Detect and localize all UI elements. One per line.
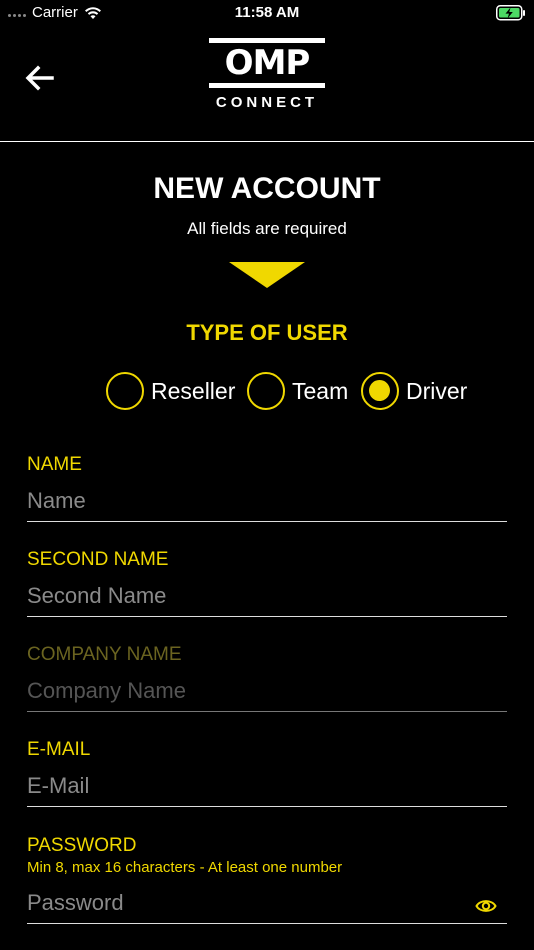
radio-circle-driver[interactable]: [361, 372, 399, 410]
password-field: PASSWORD Min 8, max 16 characters - At l…: [27, 835, 507, 924]
password-input[interactable]: [27, 882, 507, 924]
radio-circle-team[interactable]: [247, 372, 285, 410]
user-type-radio-group: Reseller Team Driver: [0, 371, 534, 411]
name-input[interactable]: [27, 480, 507, 522]
email-input[interactable]: [27, 765, 507, 807]
email-field: E-MAIL: [27, 739, 507, 807]
radio-team[interactable]: Team: [247, 371, 348, 411]
radio-driver[interactable]: Driver: [361, 371, 467, 411]
back-button[interactable]: [22, 62, 58, 94]
app-header: OMP CONNECT: [0, 28, 534, 142]
eye-icon[interactable]: [475, 898, 497, 914]
status-right: [496, 5, 526, 26]
battery-charging-icon: [496, 5, 525, 21]
user-type-title: TYPE OF USER: [186, 320, 348, 345]
password-hint: Min 8, max 16 characters - At least one …: [27, 859, 343, 876]
page-subtitle: All fields are required: [187, 219, 347, 238]
second-name-label: SECOND NAME: [27, 549, 169, 570]
logo-text: OMP: [224, 43, 311, 83]
radio-reseller[interactable]: Reseller: [106, 371, 235, 411]
radio-label-reseller: Reseller: [151, 377, 236, 404]
radio-label-driver: Driver: [406, 377, 468, 404]
second-name-field: SECOND NAME: [27, 549, 507, 617]
page-title: NEW ACCOUNT: [153, 172, 381, 205]
second-name-input[interactable]: [27, 575, 507, 617]
name-label: NAME: [27, 454, 82, 475]
radio-circle-reseller[interactable]: [106, 372, 144, 410]
logo-subtext: CONNECT: [215, 94, 319, 111]
company-name-field: COMPANY NAME: [27, 644, 507, 712]
status-bar: Carrier 11:58 AM: [0, 0, 534, 28]
password-label: PASSWORD: [27, 835, 137, 856]
company-name-input[interactable]: [27, 670, 507, 712]
radio-label-team: Team: [292, 377, 349, 404]
name-field: NAME: [27, 454, 507, 522]
status-time: 11:58 AM: [234, 4, 300, 21]
logo-bar-bottom: [209, 83, 325, 88]
email-label: E-MAIL: [27, 739, 91, 760]
triangle-down-icon: [229, 262, 305, 288]
company-name-label: COMPANY NAME: [27, 644, 182, 665]
arrow-left-icon: [25, 65, 54, 91]
omp-connect-logo: OMP CONNECT: [209, 38, 325, 120]
